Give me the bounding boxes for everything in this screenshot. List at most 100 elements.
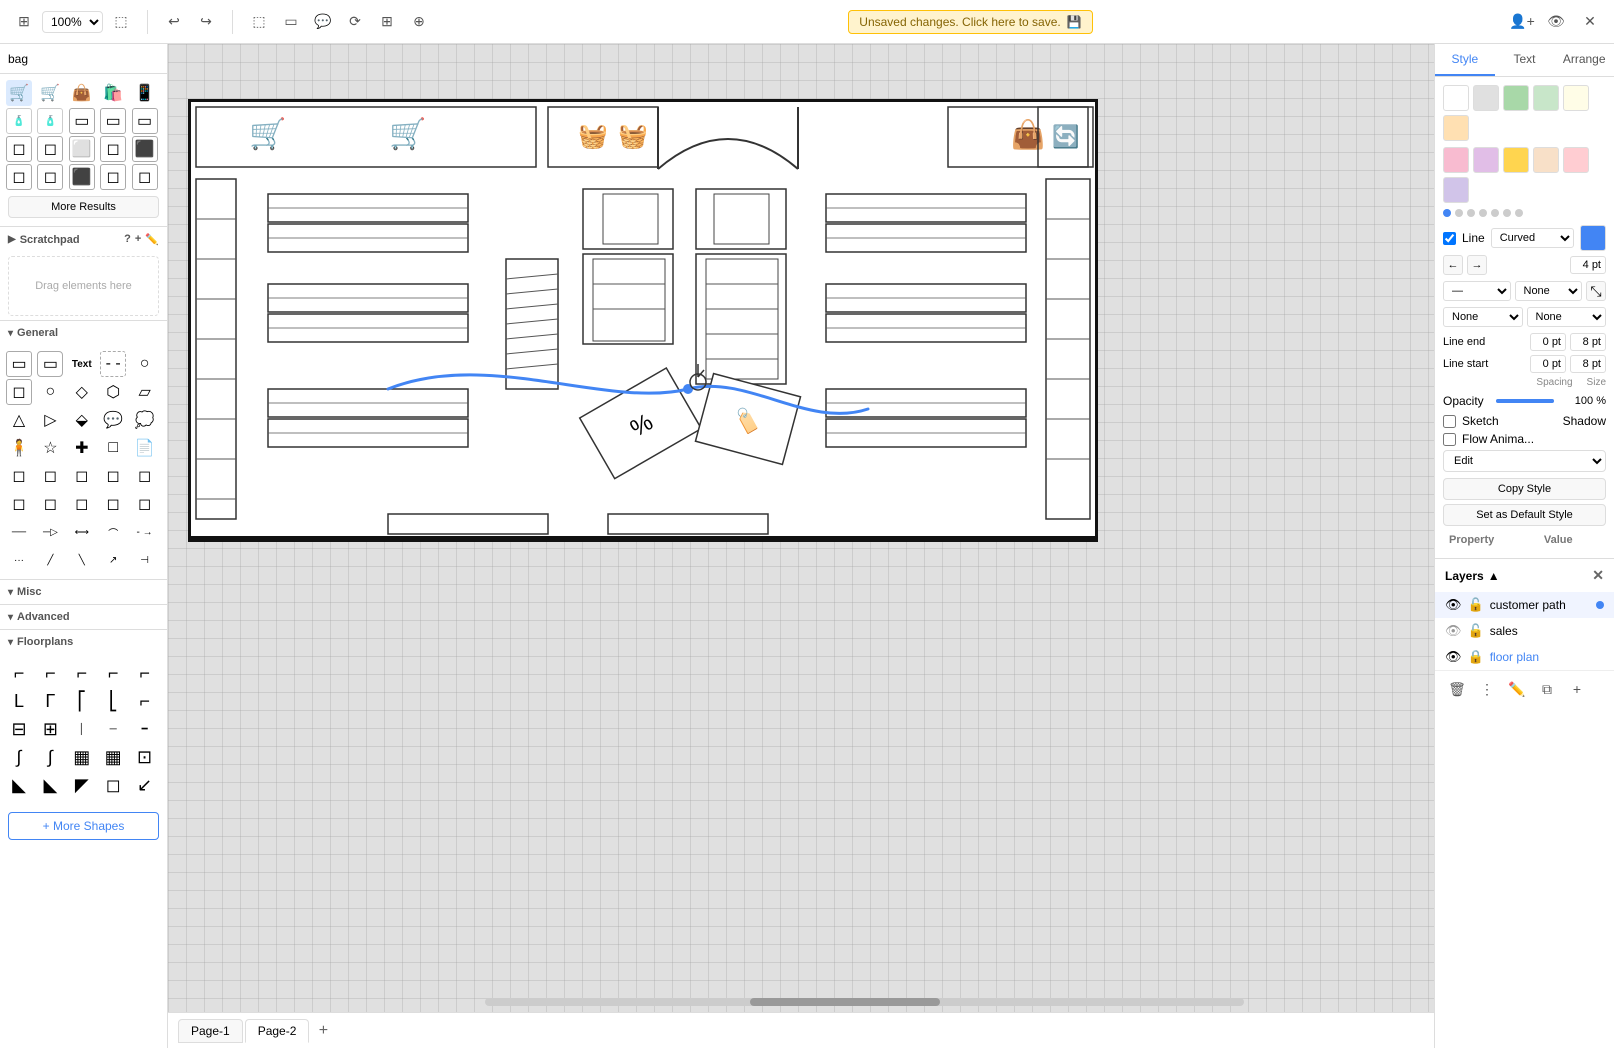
- text-tab[interactable]: Text: [1495, 44, 1555, 76]
- color-swatch-lilac[interactable]: [1443, 177, 1469, 203]
- gen-circle[interactable]: ○: [37, 379, 63, 405]
- fp-dash[interactable]: ─: [100, 716, 126, 742]
- floor-plan-visible-icon[interactable]: 👁: [1445, 649, 1462, 665]
- shape-sq-6[interactable]: ◻: [6, 164, 32, 190]
- fp-wall5[interactable]: ⌐: [132, 660, 158, 686]
- shape-sq-8[interactable]: ⬛: [69, 164, 95, 190]
- scratchpad-help-icon[interactable]: ?: [124, 233, 131, 246]
- duplicate-layer-button[interactable]: ⧉: [1535, 677, 1559, 701]
- scratchpad-edit-icon[interactable]: ✏️: [145, 233, 159, 246]
- floor-plan-lock-icon[interactable]: 🔒: [1468, 649, 1484, 665]
- fp-wall1[interactable]: ⌐: [6, 660, 32, 686]
- shape-cart[interactable]: 🛒: [37, 80, 63, 106]
- color-swatch-red-light[interactable]: [1563, 147, 1589, 173]
- shape-bag-tote-selected[interactable]: 🛒: [6, 80, 32, 106]
- search-input[interactable]: [8, 52, 163, 66]
- gen-s9[interactable]: ◻: [100, 491, 126, 517]
- floorplans-header[interactable]: ▾ Floorplans: [0, 630, 167, 654]
- shape-handbag[interactable]: 👜: [69, 80, 95, 106]
- fp-wall4[interactable]: ⌐: [100, 660, 126, 686]
- fp-wall8[interactable]: ⎡: [69, 688, 95, 714]
- fp-wall3[interactable]: ⌐: [69, 660, 95, 686]
- color-swatch-green-light[interactable]: [1503, 85, 1529, 111]
- gen-s10[interactable]: ◻: [132, 491, 158, 517]
- fp-curve2[interactable]: ∫: [37, 744, 63, 770]
- canvas-area[interactable]: 🛒 🛒 🧺 🧺 👜 🔄: [168, 44, 1434, 1012]
- copy-style-button[interactable]: Copy Style: [1443, 478, 1606, 500]
- sales-lock-icon[interactable]: 🔓: [1468, 623, 1484, 639]
- shape-bag-3[interactable]: 🧴: [37, 108, 63, 134]
- edit-select[interactable]: Edit Copy Style: [1443, 450, 1606, 472]
- edit-layer-button[interactable]: ✏️: [1505, 677, 1529, 701]
- line-style-select[interactable]: Curved Sharp Rounded Straight: [1491, 228, 1574, 248]
- color-dot-3[interactable]: [1467, 209, 1475, 217]
- sales-visible-icon[interactable]: 👁: [1445, 623, 1462, 639]
- line-start-pt1[interactable]: [1530, 355, 1566, 373]
- gen-s12[interactable]: ╲: [69, 547, 95, 573]
- layer-item-sales[interactable]: 👁 🔓 sales: [1435, 618, 1614, 644]
- rectangle-tool-button[interactable]: ▭: [277, 8, 305, 36]
- arrow-style-toggle[interactable]: ⤡: [1586, 281, 1606, 301]
- delete-layer-button[interactable]: 🗑: [1445, 677, 1469, 701]
- opacity-slider[interactable]: [1496, 399, 1554, 403]
- gen-note[interactable]: 📄: [132, 435, 158, 461]
- shape-sq-5[interactable]: ⬛: [132, 136, 158, 162]
- color-dot-6[interactable]: [1503, 209, 1511, 217]
- page-tab-1[interactable]: Page-1: [178, 1019, 243, 1043]
- arrange-tab[interactable]: Arrange: [1554, 44, 1614, 76]
- add-tool-button[interactable]: ⊕: [405, 8, 433, 36]
- fp-wall11[interactable]: │: [69, 716, 95, 742]
- redo-button[interactable]: ↪: [192, 8, 220, 36]
- fp-solid[interactable]: ━: [132, 716, 158, 742]
- gen-curved[interactable]: ⌒: [100, 519, 126, 545]
- line-end-pt1[interactable]: [1530, 333, 1566, 351]
- gen-s1[interactable]: ◻: [6, 463, 32, 489]
- scratchpad-header[interactable]: ▶ Scratchpad ? + ✏️: [0, 227, 167, 252]
- connect-tool-button[interactable]: ⟳: [341, 8, 369, 36]
- fp-tri1[interactable]: ◣: [6, 772, 32, 798]
- customer-path-visible-icon[interactable]: 👁: [1445, 597, 1462, 613]
- gen-s4[interactable]: ◻: [100, 463, 126, 489]
- fp-wall10[interactable]: ⌐: [132, 688, 158, 714]
- shape-shopping-bag[interactable]: 🛍️: [100, 80, 126, 106]
- color-dot-4[interactable]: [1479, 209, 1487, 217]
- gen-double[interactable]: ⟷: [69, 519, 95, 545]
- line-checkbox[interactable]: [1443, 232, 1456, 245]
- layers-header[interactable]: Layers ▲ ✕: [1435, 559, 1614, 592]
- select-tool-button[interactable]: ⬚: [245, 8, 273, 36]
- fp-wall2[interactable]: ⌐: [37, 660, 63, 686]
- fp-curve1[interactable]: ∫: [6, 744, 32, 770]
- color-dot-2[interactable]: [1455, 209, 1463, 217]
- end-arrow-select[interactable]: None Arrow: [1515, 281, 1583, 301]
- gen-dotline[interactable]: ···: [6, 547, 32, 573]
- gen-text[interactable]: Text: [69, 351, 95, 377]
- gen-s2[interactable]: ◻: [37, 463, 63, 489]
- fit-page-button[interactable]: ⬚: [107, 8, 135, 36]
- scratchpad-add-icon[interactable]: +: [135, 233, 141, 246]
- gen-arrow2[interactable]: ─▷: [37, 519, 63, 545]
- more-shapes-button[interactable]: + More Shapes: [8, 812, 159, 840]
- share-button[interactable]: 👁: [1542, 8, 1570, 36]
- h-scrollbar-thumb[interactable]: [750, 998, 940, 1006]
- shape-sq-1[interactable]: ◻: [6, 136, 32, 162]
- fp-misc[interactable]: ⊡: [132, 744, 158, 770]
- gen-bubble[interactable]: 💬: [100, 407, 126, 433]
- gen-sqx[interactable]: □: [100, 435, 126, 461]
- gen-dashed[interactable]: - -: [100, 351, 126, 377]
- misc-header[interactable]: ▾ Misc: [0, 580, 167, 604]
- gen-s5[interactable]: ◻: [132, 463, 158, 489]
- grid-toggle-button[interactable]: ⊞: [10, 8, 38, 36]
- zoom-select[interactable]: 100% 75% 50% 150%: [42, 11, 103, 33]
- gen-s7[interactable]: ◻: [37, 491, 63, 517]
- shape-mobile-bag[interactable]: 📱: [132, 80, 158, 106]
- layers-close-button[interactable]: ✕: [1592, 567, 1604, 584]
- gen-s13[interactable]: ↗: [100, 547, 126, 573]
- shape-sq-2[interactable]: ◻: [37, 136, 63, 162]
- gen-s8[interactable]: ◻: [69, 491, 95, 517]
- fp-wall7[interactable]: Γ: [37, 688, 63, 714]
- page-tab-2[interactable]: Page-2: [245, 1019, 310, 1043]
- color-swatch-green[interactable]: [1533, 85, 1559, 111]
- gen-cylinder[interactable]: ⬙: [69, 407, 95, 433]
- fp-arrow1[interactable]: ↙: [132, 772, 158, 798]
- shape-sq-9[interactable]: ◻: [100, 164, 126, 190]
